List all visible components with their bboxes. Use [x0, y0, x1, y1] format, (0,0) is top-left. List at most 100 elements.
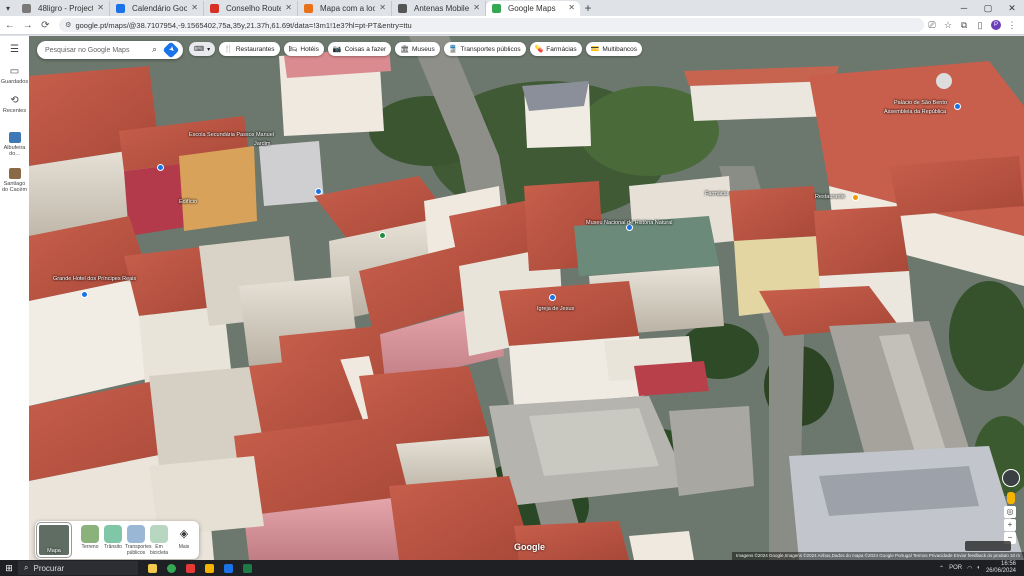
clock-date: 26/06/2024 — [985, 568, 1016, 574]
imagery-collapse-tab[interactable] — [965, 541, 1011, 551]
map-canvas[interactable]: Pesquisar no Google Maps ⌕ ➤ ⌨ ▾ 🍴 Restaur… — [29, 36, 1024, 560]
poi-label[interactable]: Edifício — [179, 199, 197, 205]
tab-favicon-icon — [304, 4, 313, 13]
chrome-icon — [166, 563, 176, 573]
reload-icon[interactable]: ⟳ — [37, 20, 53, 31]
tab-search-icon[interactable]: ▾ — [0, 0, 16, 16]
poi-label[interactable]: Grande Hotel dos Príncipes Reais — [53, 276, 136, 282]
address-bar[interactable]: ⚙ google.pt/maps/@38.7107954,-9.1565402,… — [59, 18, 924, 32]
chip-hotels[interactable]: 🛏 Hotéis — [283, 42, 324, 56]
tab-close-icon[interactable]: ✕ — [285, 3, 292, 12]
tab-close-icon[interactable]: ✕ — [97, 3, 104, 12]
bookmark-star-icon[interactable]: ☆ — [940, 20, 956, 31]
side-panel-icon[interactable]: ▯ — [972, 20, 988, 31]
install-app-icon[interactable]: ⎚ — [924, 20, 940, 31]
rail-item-recent-place[interactable]: Albufeira do... — [0, 132, 29, 157]
browser-tab[interactable]: Conselho Router 4g (o 5G) co ✕ — [204, 1, 298, 16]
directions-icon[interactable]: ➤ — [162, 41, 180, 59]
tab-favicon-icon — [210, 4, 219, 13]
browser-tab[interactable]: Mapa com a localização das ar ✕ — [298, 1, 392, 16]
forward-icon[interactable]: → — [20, 20, 36, 31]
rail-item-recent-place[interactable]: Santiago do Cacém — [0, 168, 29, 193]
back-icon[interactable]: ← — [2, 20, 18, 31]
maximize-icon[interactable]: ▢ — [976, 0, 1000, 16]
poi-pin[interactable] — [157, 164, 164, 171]
rail-item-recent[interactable]: ⟲ Recentes — [0, 95, 29, 114]
poi-pin[interactable] — [852, 194, 859, 201]
taskbar-app-excel[interactable] — [239, 561, 255, 575]
tab-close-icon[interactable]: ✕ — [379, 3, 386, 12]
poi-pin[interactable] — [315, 188, 322, 195]
layer-transit[interactable]: Transportes públicos — [125, 525, 152, 556]
wifi-icon[interactable]: ◠ — [967, 565, 972, 572]
tab-close-icon[interactable]: ✕ — [191, 3, 198, 12]
search-box[interactable]: Pesquisar no Google Maps ⌕ ➤ — [37, 41, 183, 59]
layer-more[interactable]: ◈ Mais — [173, 525, 195, 550]
zoom-in-button[interactable]: + — [1004, 519, 1016, 531]
browser-tab[interactable]: Google Maps ✕ — [486, 1, 580, 16]
my-location-icon[interactable]: ◎ — [1004, 506, 1016, 518]
poi-label[interactable]: Igreja de Jesus — [537, 306, 574, 312]
poi-pin[interactable] — [954, 103, 961, 110]
layer-biking[interactable]: Em bicicleta — [148, 525, 170, 556]
layer-terrain[interactable]: Terreno — [79, 525, 101, 550]
volume-icon[interactable]: ◖ — [976, 565, 980, 571]
search-icon[interactable]: ⌕ — [152, 44, 157, 55]
chip-pharmacies[interactable]: 💊 Farmácias — [529, 42, 582, 56]
profile-avatar[interactable]: P — [991, 19, 1001, 30]
search-input[interactable]: Pesquisar no Google Maps — [45, 47, 129, 54]
menu-button[interactable]: ☰ — [0, 44, 29, 57]
poi-pin[interactable] — [81, 291, 88, 298]
tab-close-icon[interactable]: ✕ — [568, 3, 575, 12]
taskbar-app-acrobat[interactable] — [182, 561, 198, 575]
poi-pin[interactable] — [379, 232, 386, 239]
chip-label: Coisas a fazer — [344, 45, 387, 53]
poi-label[interactable]: Restaurante — [815, 194, 845, 200]
tab-favicon-icon — [398, 4, 407, 13]
windows-start-icon[interactable]: ⊞ — [0, 563, 18, 574]
poi-label[interactable]: Escola Secundária Passos Manuel — [189, 132, 274, 138]
clock-time: 16:56 — [1000, 561, 1016, 567]
bike-icon — [150, 525, 168, 543]
taskbar-search[interactable]: ⌕ Procurar — [18, 561, 138, 575]
chip-restaurants[interactable]: 🍴 Restaurantes — [219, 42, 280, 56]
rail-item-saved[interactable]: ▭ Guardados — [0, 66, 29, 85]
browser-tab[interactable]: 48ligro - Project Manageme ✕ — [16, 1, 110, 16]
browser-menu-icon[interactable]: ⋮ — [1004, 20, 1020, 31]
taskbar-app-file-explorer[interactable] — [144, 561, 160, 575]
new-tab-button[interactable]: + — [580, 1, 596, 16]
browser-tab[interactable]: Antenas Mobile V2.1 - uMap ✕ — [392, 1, 486, 16]
minimize-icon[interactable]: ─ — [952, 0, 976, 16]
poi-label[interactable]: Assembleia da República — [884, 109, 946, 115]
compass-icon[interactable] — [1002, 469, 1020, 487]
restaurant-icon: 🍴 — [224, 46, 233, 53]
chip-atms[interactable]: 💳 Multibancos — [585, 42, 643, 56]
taskbar-app-chrome[interactable] — [163, 561, 179, 575]
extensions-icon[interactable]: ⧉ — [956, 20, 972, 31]
language-indicator[interactable]: POR — [949, 565, 962, 571]
tab-title: Antenas Mobile V2.1 - uMap — [414, 4, 469, 13]
chip-things-to-do[interactable]: 📷 Coisas a fazer — [327, 42, 392, 56]
tab-close-icon[interactable]: ✕ — [473, 3, 480, 12]
layer-label: Terreno — [81, 544, 99, 550]
close-window-icon[interactable]: ✕ — [1000, 0, 1024, 16]
chip-museums[interactable]: 🏛 Museus — [395, 42, 440, 56]
poi-label[interactable]: Jardim — [254, 141, 271, 147]
tray-chevron-icon[interactable]: ⌃ — [939, 565, 944, 572]
chip-transit[interactable]: 🚆 Transportes públicos — [443, 42, 526, 56]
file-explorer-icon — [147, 563, 157, 573]
taskbar-app-outlook[interactable] — [220, 561, 236, 575]
poi-label[interactable]: Palácio de São Bento — [894, 100, 947, 106]
poi-pin[interactable] — [549, 294, 556, 301]
taskbar-clock[interactable]: 16:56 26/06/2024 — [986, 561, 1016, 575]
browser-tab[interactable]: Calendário Google - Junho de 2024 ✕ — [110, 1, 204, 16]
layer-traffic[interactable]: Trânsito — [102, 525, 124, 550]
layer-toggle-map[interactable]: Mapa — [36, 522, 72, 558]
pegman-icon[interactable] — [1007, 492, 1015, 504]
input-tools-button[interactable]: ⌨ ▾ — [189, 42, 216, 56]
acrobat-icon — [185, 563, 195, 573]
poi-label[interactable]: Museu Nacional de História Natural — [586, 220, 673, 226]
taskbar-app-folder[interactable] — [201, 561, 217, 575]
site-info-icon[interactable]: ⚙ — [65, 21, 71, 29]
poi-label[interactable]: Farmácia — [705, 191, 728, 197]
